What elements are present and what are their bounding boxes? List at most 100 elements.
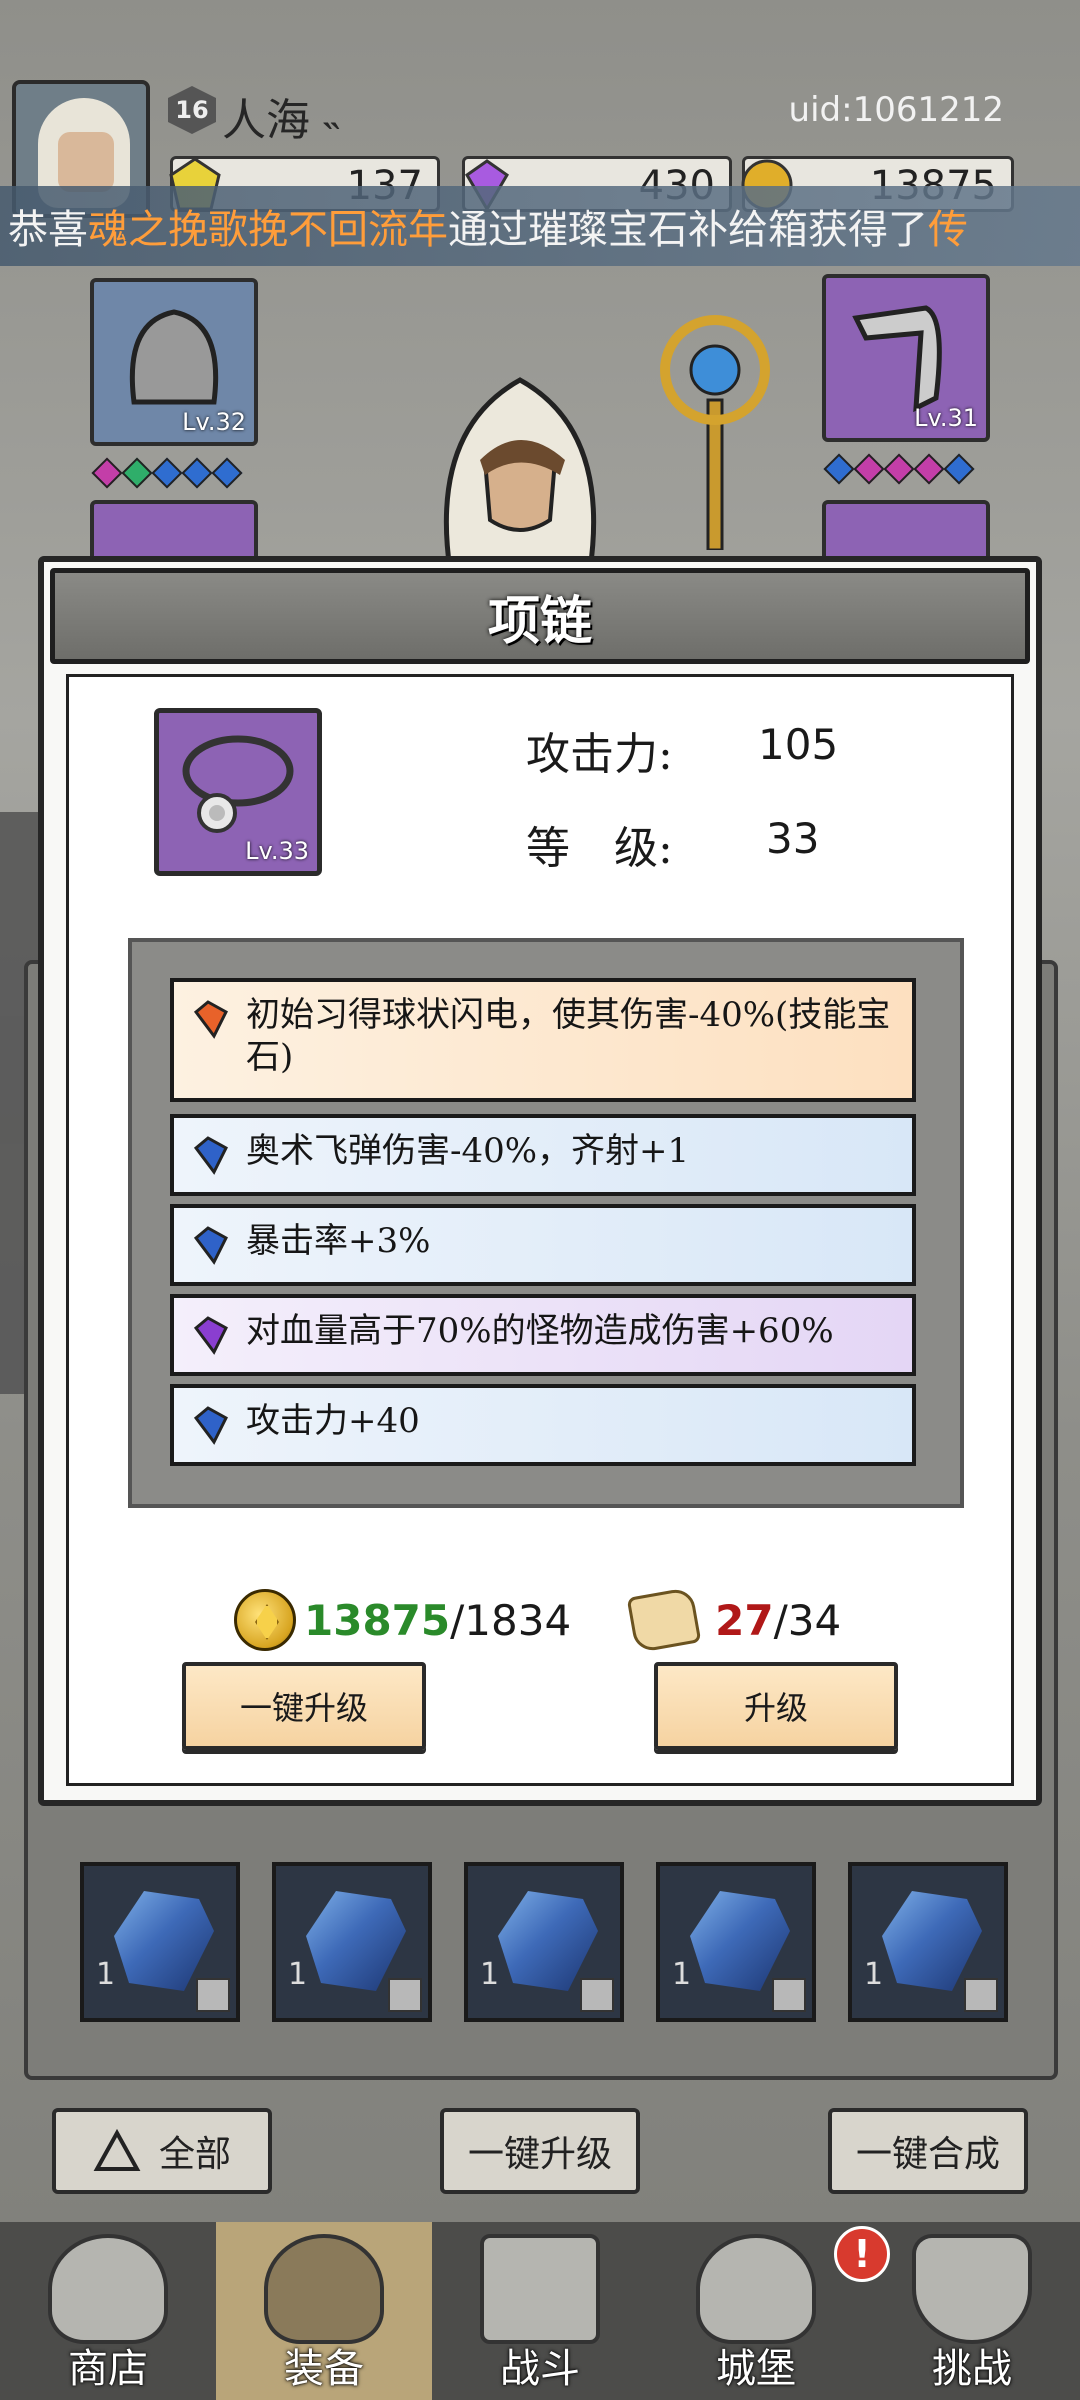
castle-alert-badge: ! [834,2226,890,2282]
bottom-nav: 商店 装备 战斗 城堡 挑战 [0,2222,1080,2400]
affix-row: 对血量高于70%的怪物造成伤害+60% [170,1294,916,1376]
hero-character [443,377,597,570]
weapon-type-icon [964,1978,998,2012]
gem-slot-icon [853,453,885,485]
triangle-filter-icon [93,2129,141,2171]
backpack-icon [264,2234,384,2344]
bulk-merge-button[interactable]: 一键合成 [828,2108,1028,2194]
gem-slot-icon [883,453,915,485]
boots-type-icon [772,1978,806,2012]
item-count: 1 [672,1957,692,1992]
blue-gem-icon [193,1136,228,1175]
ticker-suffix: 通过璀璨宝石补给箱获得了 [448,207,928,253]
gem-slot-icon [91,457,123,489]
upgrade-button[interactable]: 升级 [654,1662,898,1750]
gem-slot-icon [151,457,183,489]
upgrade-all-button[interactable]: 一键升级 [182,1662,426,1750]
ticker-prefix: 恭喜 [8,207,88,253]
level-value: 33 [766,814,820,863]
nav-equip[interactable]: 装备 [216,2222,432,2400]
gold-have: 13875 [304,1595,451,1645]
inventory-item[interactable]: 1 [656,1862,816,2022]
nav-battle-label: 战斗 [500,2346,580,2392]
inventory-item[interactable]: 1 [848,1862,1008,2022]
blue-crystal-icon [114,1891,214,1991]
item-count: 1 [96,1957,116,1992]
scroll-need: /34 [773,1595,842,1645]
blue-gem-icon [193,1226,228,1265]
attack-value: 105 [758,720,839,769]
armor-type-icon [388,1978,422,2012]
ticker-player-name: 魂之挽歌挽不回流年 [88,207,448,253]
affix-text: 奥术飞弹伤害-40%，齐射+1 [246,1131,690,1171]
helmet-gem-row [91,457,243,489]
name-arrow-icon: ˵ [324,95,339,146]
inventory-item[interactable]: 1 [464,1862,624,2022]
boots-type-icon [580,1978,614,2012]
modal-header: 项链 [50,568,1030,664]
inventory-item[interactable]: 1 [272,1862,432,2022]
affix-text: 攻击力+40 [246,1401,420,1441]
gold-need: /1834 [450,1595,572,1645]
helmet-level: Lv.32 [182,408,246,436]
item-count: 1 [288,1957,308,1992]
nav-castle[interactable]: 城堡 [648,2222,864,2400]
nav-castle-label: 城堡 [716,2346,796,2392]
shield-icon [912,2234,1032,2344]
face-shape [58,132,114,192]
weapon-level: Lv.31 [914,404,978,432]
bulk-upgrade-button[interactable]: 一键升级 [440,2108,640,2194]
level-label: 等 级: [526,823,673,874]
gold-coin-icon [234,1589,296,1651]
affix-row: 初始习得球状闪电，使其伤害-40%(技能宝石) [170,978,916,1102]
filter-all-button[interactable]: 全部 [52,2108,272,2194]
equip-slot-weapon[interactable]: Lv.31 [822,274,990,442]
affix-row: 攻击力+40 [170,1384,916,1466]
blue-crystal-icon [498,1891,598,1991]
blue-crystal-icon [690,1891,790,1991]
item-count: 1 [864,1957,884,1992]
ticker-tail: 传 [928,207,968,253]
nav-battle[interactable]: 战斗 [432,2222,648,2400]
item-detail-modal: 项链 Lv.33 攻击力: 105 等 级: 33 初始习得球状闪电，使其伤害-… [38,556,1042,1806]
weapon-gem-row [823,453,975,485]
necklace-item-slot: Lv.33 [154,708,322,876]
inventory-item[interactable]: 1 [80,1862,240,2022]
orange-gem-icon [193,1000,228,1039]
filter-all-label: 全部 [158,2134,231,2175]
gem-slot-icon [211,457,243,489]
player-uid: uid:1061212 [788,90,1004,130]
purple-gem-icon [193,1316,228,1355]
nav-shop[interactable]: 商店 [0,2222,216,2400]
player-name-text: 人海 [222,95,310,146]
nav-challenge[interactable]: 挑战 [864,2222,1080,2400]
gem-slot-icon [943,453,975,485]
scroll-icon [626,1586,702,1654]
castle-icon [696,2234,816,2344]
nav-shop-label: 商店 [68,2346,148,2392]
modal-title: 项链 [487,590,592,652]
blue-crystal-icon [882,1891,982,1991]
affix-panel: 初始习得球状闪电，使其伤害-40%(技能宝石) 奥术飞弹伤害-40%，齐射+1 … [128,938,964,1508]
gem-slot-icon [121,457,153,489]
affix-row: 暴击率+3% [170,1204,916,1286]
gem-slot-icon [181,457,213,489]
player-name[interactable]: 人海 ˵ [222,84,339,148]
equip-slot-helmet[interactable]: Lv.32 [90,278,258,446]
affix-text: 初始习得球状闪电，使其伤害-40%(技能宝石) [246,995,891,1077]
item-count: 1 [480,1957,500,1992]
affix-text: 暴击率+3% [246,1221,431,1261]
nav-equip-label: 装备 [284,2346,364,2392]
shop-icon [48,2234,168,2344]
armor-type-icon [196,1978,230,2012]
nav-challenge-label: 挑战 [932,2346,1012,2392]
announcement-ticker: 恭喜 魂之挽歌挽不回流年 通过璀璨宝石补给箱获得了 传 [0,186,1080,266]
affix-text: 对血量高于70%的怪物造成伤害+60% [246,1311,834,1351]
affix-row: 奥术飞弹伤害-40%，齐射+1 [170,1114,916,1196]
player-level-badge: 16 [168,86,216,134]
gem-slot-icon [913,453,945,485]
staff-icon [660,315,770,550]
blue-crystal-icon [306,1891,406,1991]
blue-gem-icon [193,1406,228,1445]
necklace-level: Lv.33 [245,837,309,865]
